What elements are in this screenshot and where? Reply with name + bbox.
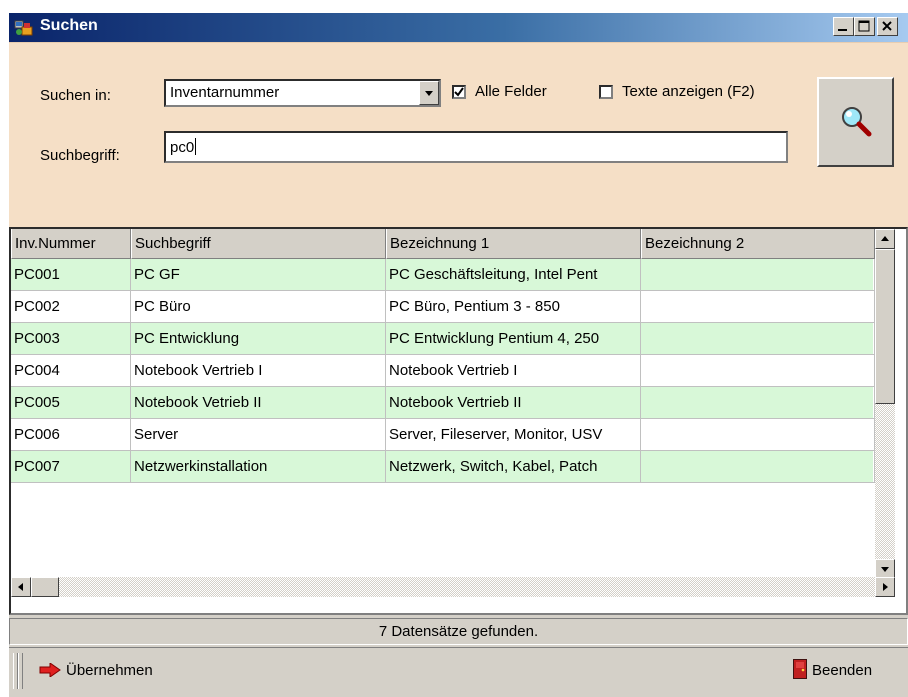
column-header-description-2[interactable]: Bezeichnung 2 [641,229,875,259]
checkmark-icon [454,87,464,97]
arrow-up-icon [881,236,889,241]
text-caret [195,138,197,155]
cell-description-1: Server, Fileserver, Monitor, USV [386,419,641,451]
cell-description-1: PC Entwicklung Pentium 4, 250 [386,323,641,355]
vertical-scrollbar[interactable] [875,229,895,579]
column-header-search-term[interactable]: Suchbegriff [131,229,386,259]
cell-search-term: Notebook Vertrieb I [131,355,386,387]
exit-button[interactable]: Beenden [793,654,872,688]
toolbar-grip [18,653,23,689]
cell-description-1: PC Geschäftsleitung, Intel Pent [386,259,641,291]
status-bar: 7 Datensätze gefunden. [9,618,908,645]
search-in-value: Inventarnummer [170,84,280,101]
door-icon [793,659,807,679]
cell-description-2 [641,355,875,387]
show-texts-label: Texte anzeigen (F2) [622,83,755,100]
cell-description-2 [641,451,875,483]
table-row[interactable]: PC003 PC Entwicklung PC Entwicklung Pent… [11,323,875,355]
cell-description-1: PC Büro, Pentium 3 - 850 [386,291,641,323]
title-bar[interactable]: Suchen [9,13,908,42]
horizontal-scroll-thumb[interactable] [31,577,59,597]
cell-inv-number: PC005 [11,387,131,419]
cell-description-2 [641,387,875,419]
app-icon [14,20,33,36]
scroll-down-button[interactable] [875,559,895,579]
apply-button[interactable]: Übernehmen [39,654,153,688]
table-row[interactable]: PC005 Notebook Vetrieb II Notebook Vertr… [11,387,875,419]
cell-description-2 [641,291,875,323]
cell-search-term: PC Entwicklung [131,323,386,355]
cell-inv-number: PC002 [11,291,131,323]
close-icon [882,21,892,31]
cell-inv-number: PC001 [11,259,131,291]
cell-search-term: Netzwerkinstallation [131,451,386,483]
cell-inv-number: PC006 [11,419,131,451]
cell-description-1: Notebook Vertrieb II [386,387,641,419]
table-row[interactable]: PC002 PC Büro PC Büro, Pentium 3 - 850 [11,291,875,323]
maximize-button[interactable] [854,17,875,36]
column-header-inv-number[interactable]: Inv.Nummer [11,229,131,259]
table-row[interactable]: PC007 Netzwerkinstallation Netzwerk, Swi… [11,451,875,483]
cell-description-1: Netzwerk, Switch, Kabel, Patch [386,451,641,483]
cell-description-1: Notebook Vertrieb I [386,355,641,387]
search-term-value: pc0 [170,139,195,156]
search-in-select[interactable]: Inventarnummer [164,79,441,107]
chevron-down-icon [425,91,433,96]
results-table: Inv.Nummer Suchbegriff Bezeichnung 1 Bez… [9,227,908,615]
cell-description-2 [641,259,875,291]
search-button[interactable] [817,77,894,167]
all-fields-checkbox[interactable] [452,85,466,99]
table-row[interactable]: PC004 Notebook Vertrieb I Notebook Vertr… [11,355,875,387]
bottom-toolbar: Übernehmen Beenden [9,647,908,695]
cell-search-term: Server [131,419,386,451]
cell-search-term: PC Büro [131,291,386,323]
red-arrow-icon [39,662,61,678]
table-row[interactable]: PC006 Server Server, Fileserver, Monitor… [11,419,875,451]
search-window: Suchen Suchen in: Inventarnummer Alle Fe… [9,13,908,697]
maximize-icon [858,20,870,32]
search-in-label: Suchen in: [40,87,111,104]
arrow-left-icon [18,583,23,591]
arrow-right-icon [883,583,888,591]
scroll-left-button[interactable] [11,577,31,597]
close-button[interactable] [877,17,898,36]
vertical-scroll-thumb[interactable] [875,249,895,404]
scroll-up-button[interactable] [875,229,895,249]
search-term-input[interactable]: pc0 [164,131,788,163]
cell-inv-number: PC007 [11,451,131,483]
horizontal-scroll-track[interactable] [31,577,875,597]
exit-label: Beenden [812,662,873,679]
cell-search-term: PC GF [131,259,386,291]
cell-inv-number: PC004 [11,355,131,387]
search-term-label: Suchbegriff: [40,147,120,164]
show-texts-checkbox[interactable] [599,85,613,99]
arrow-down-icon [881,567,889,572]
magnifier-icon [842,107,872,137]
cell-search-term: Notebook Vetrieb II [131,387,386,419]
cell-inv-number: PC003 [11,323,131,355]
minimize-icon [838,29,847,31]
all-fields-label: Alle Felder [475,83,547,100]
scroll-right-button[interactable] [875,577,895,597]
column-header-description-1[interactable]: Bezeichnung 1 [386,229,641,259]
table-row[interactable]: PC001 PC GF PC Geschäftsleitung, Intel P… [11,259,875,291]
horizontal-scrollbar[interactable] [11,577,895,597]
minimize-button[interactable] [833,17,854,36]
window-title: Suchen [40,17,98,34]
cell-description-2 [641,419,875,451]
cell-description-2 [641,323,875,355]
dropdown-button[interactable] [419,81,439,105]
apply-label: Übernehmen [66,662,153,679]
